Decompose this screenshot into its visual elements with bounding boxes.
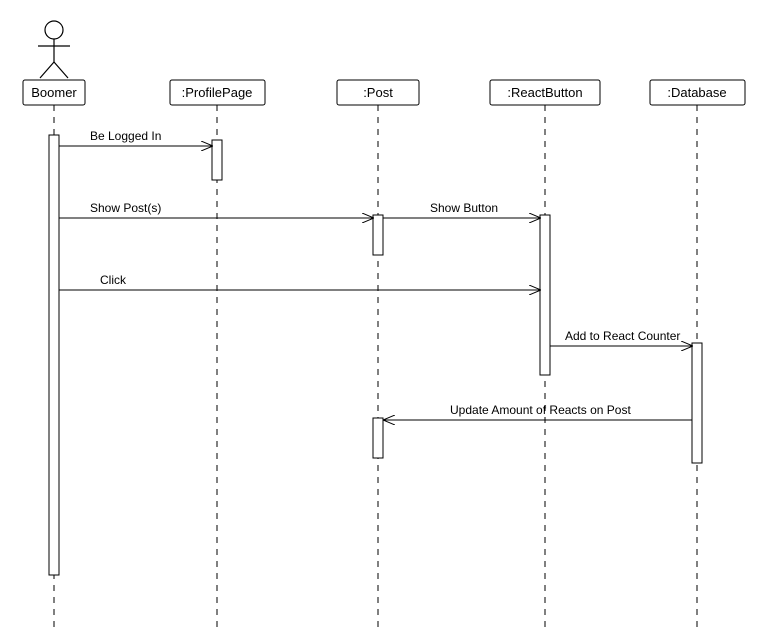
participant-post: :Post — [337, 80, 419, 105]
participant-label: :ProfilePage — [182, 85, 253, 100]
actor-label: Boomer — [31, 85, 77, 100]
message-label: Add to React Counter — [565, 329, 680, 343]
actor-boomer: Boomer — [23, 21, 85, 105]
participant-database: :Database — [650, 80, 745, 105]
participant-label: :ReactButton — [507, 85, 582, 100]
message-label: Click — [100, 273, 127, 287]
message-label: Show Button — [430, 201, 498, 215]
message-label: Update Amount of Reacts on Post — [450, 403, 631, 417]
participant-reactbutton: :ReactButton — [490, 80, 600, 105]
message-label: Show Post(s) — [90, 201, 161, 215]
participant-label: :Database — [667, 85, 726, 100]
participant-label: :Post — [363, 85, 393, 100]
participant-profilepage: :ProfilePage — [170, 80, 265, 105]
activation-reactbutton — [540, 215, 550, 375]
activation-post-show — [373, 215, 383, 255]
activation-actor — [49, 135, 59, 575]
activation-database — [692, 343, 702, 463]
activation-post-update — [373, 418, 383, 458]
activation-profilepage — [212, 140, 222, 180]
message-label: Be Logged In — [90, 129, 161, 143]
sequence-diagram: Boomer :ProfilePage :Post :ReactButton :… — [0, 0, 761, 641]
